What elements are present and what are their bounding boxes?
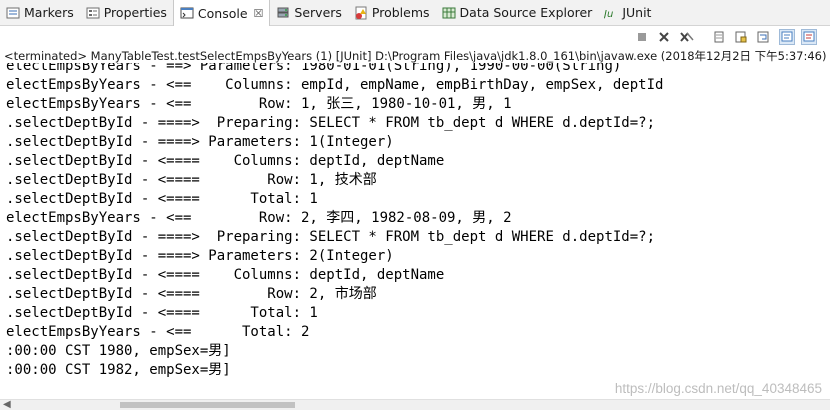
servers-icon: [276, 6, 290, 20]
tab-markers[interactable]: Markers: [0, 0, 80, 25]
console-toolbar: [0, 26, 830, 48]
tab-problems[interactable]: Problems: [348, 0, 436, 25]
console-line: electEmpsByYears - <== Columns: empId, e…: [6, 77, 664, 93]
scroll-left-icon[interactable]: ◀: [3, 399, 11, 410]
problems-icon: [354, 6, 368, 20]
console-line: .selectDeptById - ====> Parameters: 1(In…: [6, 134, 394, 150]
console-line: .selectDeptById - <==== Total: 1: [6, 305, 318, 321]
tab-label: Properties: [103, 5, 167, 20]
datasource-icon: [442, 6, 456, 20]
console-line: .selectDeptById - <==== Columns: deptId,…: [6, 267, 445, 283]
console-line: .selectDeptById - ====> Preparing: SELEC…: [6, 229, 656, 245]
tab-label: Console: [197, 5, 248, 21]
junit-icon: Ju: [602, 6, 618, 20]
clear-console-icon[interactable]: [711, 29, 727, 45]
watermark: https://blog.csdn.net/qq_40348465: [614, 381, 822, 396]
tab-junit[interactable]: Ju JUnit: [598, 0, 657, 25]
show-console-on-output-icon[interactable]: [779, 29, 795, 45]
console-line: electEmpsByYears - <== Row: 1, 张三, 1980-…: [6, 96, 512, 112]
show-console-on-error-icon[interactable]: [801, 29, 817, 45]
console-line: electEmpsByYears - <== Total: 2: [6, 324, 310, 340]
tab-label: Problems: [371, 5, 430, 20]
remove-all-terminated-icon[interactable]: [679, 29, 695, 45]
console-line: .selectDeptById - ====> Parameters: 2(In…: [6, 248, 394, 264]
tab-label: Data Source Explorer: [459, 5, 593, 20]
terminate-icon[interactable]: [634, 29, 650, 45]
markers-icon: [6, 6, 20, 20]
properties-icon: [86, 6, 100, 20]
svg-text:Ju: Ju: [604, 9, 613, 20]
tab-data-source-explorer[interactable]: Data Source Explorer: [436, 0, 599, 25]
console-line: electEmpsByYears - ==> Parameters: 1980-…: [6, 63, 622, 74]
tab-console[interactable]: Console ☒: [172, 0, 271, 26]
console-line: electEmpsByYears - <== Row: 2, 李四, 1982-…: [6, 210, 512, 226]
scroll-lock-icon[interactable]: [733, 29, 749, 45]
view-tab-bar: Markers Properties Console ☒ Servers Pro…: [0, 0, 830, 26]
tab-servers[interactable]: Servers: [270, 0, 348, 25]
close-icon[interactable]: ☒: [254, 7, 264, 20]
console-line: .selectDeptById - ====> Preparing: SELEC…: [6, 115, 656, 131]
console-line: .selectDeptById - <==== Row: 2, 市场部: [6, 286, 377, 302]
tab-label: Servers: [294, 5, 342, 20]
scrollbar-thumb[interactable]: [120, 402, 295, 408]
console-icon: [180, 6, 194, 20]
tab-label: JUnit: [622, 5, 652, 20]
remove-launch-icon[interactable]: [656, 29, 672, 45]
word-wrap-icon[interactable]: [755, 29, 771, 45]
console-line: .selectDeptById - <==== Columns: deptId,…: [6, 153, 445, 169]
horizontal-scrollbar[interactable]: ◀: [0, 399, 830, 410]
console-output[interactable]: electEmpsByYears - ==> Parameters: 1980-…: [0, 63, 830, 399]
console-line: .selectDeptById - <==== Total: 1: [6, 191, 318, 207]
console-line: :00:00 CST 1982, empSex=男]: [6, 362, 231, 378]
tab-label: Markers: [24, 5, 74, 20]
console-line: .selectDeptById - <==== Row: 1, 技术部: [6, 172, 377, 188]
console-status-line: <terminated> ManyTableTest.testSelectEmp…: [4, 49, 827, 63]
tab-properties[interactable]: Properties: [80, 0, 173, 25]
console-line: :00:00 CST 1980, empSex=男]: [6, 343, 231, 359]
